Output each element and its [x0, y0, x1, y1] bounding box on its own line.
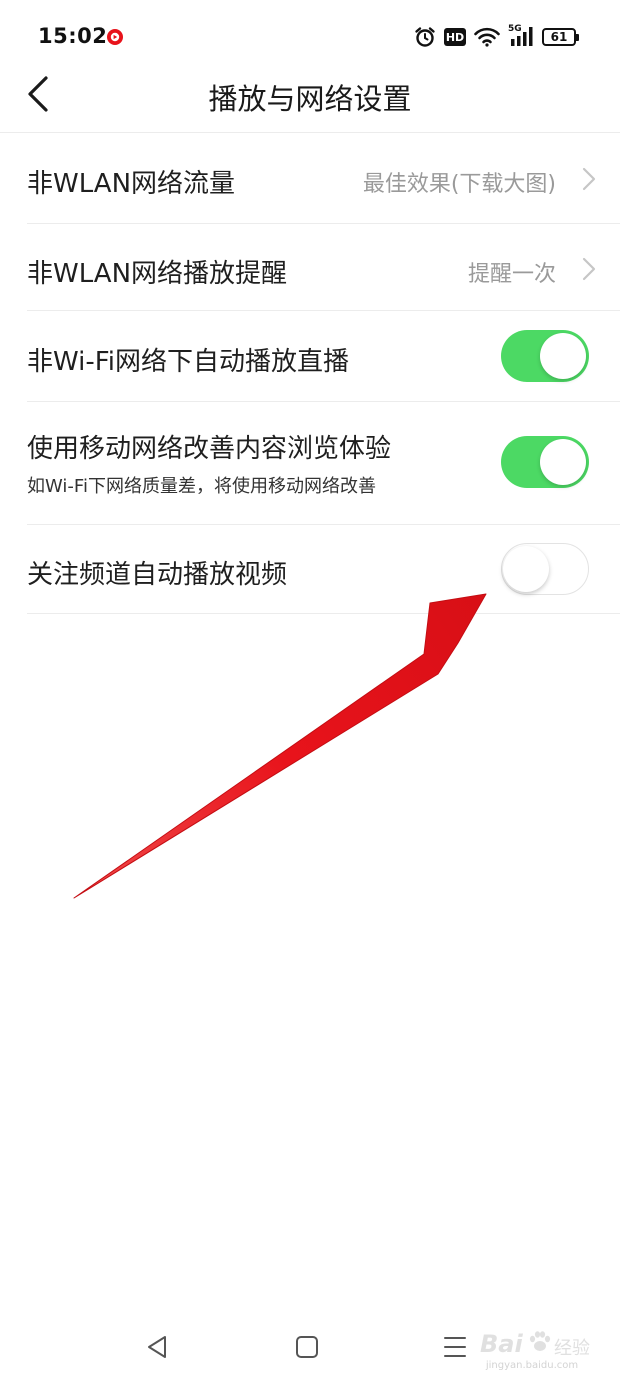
setting-value: 最佳效果(下载大图) — [362, 172, 556, 197]
status-icons: HD 5G 61 — [414, 24, 579, 50]
paw-logo-icon — [529, 1331, 551, 1351]
chevron-right-icon — [582, 167, 596, 191]
channel-autoplay-toggle[interactable] — [501, 543, 589, 595]
setting-label: 使用移动网络改善内容浏览体验 — [27, 434, 392, 464]
page-title: 播放与网络设置 — [208, 82, 412, 116]
toggle-knob — [540, 439, 586, 485]
battery-level: 61 — [550, 30, 568, 44]
watermark-url: jingyan.baidu.com — [485, 1360, 579, 1371]
setting-label: 非WLAN网络流量 — [27, 169, 236, 199]
header: 播放与网络设置 — [0, 58, 620, 133]
setting-sublabel: 如Wi-Fi下网络质量差，将使用移动网络改善 — [27, 476, 376, 497]
mobile-network-assist-toggle[interactable] — [501, 436, 589, 488]
autoplay-live-toggle[interactable] — [501, 330, 589, 382]
status-time: 15:02 — [38, 24, 108, 48]
setting-row-autoplay-live: 非Wi-Fi网络下自动播放直播 — [27, 311, 620, 402]
toggle-knob — [540, 333, 586, 379]
setting-row-network-traffic[interactable]: 非WLAN网络流量 最佳效果(下载大图) — [27, 133, 620, 224]
baidu-jingyan-watermark: Bai 经验 jingyan.baidu.com — [472, 1326, 592, 1372]
setting-label: 非WLAN网络播放提醒 — [27, 259, 288, 289]
cellular-signal: 5G — [508, 24, 534, 48]
setting-row-mobile-network-assist: 使用移动网络改善内容浏览体验 如Wi-Fi下网络质量差，将使用移动网络改善 — [27, 402, 620, 525]
setting-label: 非Wi-Fi网络下自动播放直播 — [27, 347, 350, 377]
watermark-brand: Bai — [480, 1330, 523, 1358]
square-home-icon[interactable] — [292, 1332, 322, 1362]
hd-voice-badge: HD — [444, 28, 466, 46]
menu-lines-icon[interactable] — [440, 1332, 470, 1362]
setting-value: 提醒一次 — [467, 262, 556, 287]
settings-list: 非WLAN网络流量 最佳效果(下载大图) 非WLAN网络播放提醒 提醒一次 非W… — [0, 133, 620, 614]
toggle-knob — [503, 545, 549, 592]
setting-row-channel-autoplay: 关注频道自动播放视频 — [27, 525, 620, 614]
signal-bars-icon — [511, 27, 533, 46]
setting-row-playback-reminder[interactable]: 非WLAN网络播放提醒 提醒一次 — [27, 224, 620, 311]
arrow-shape — [73, 593, 487, 899]
chevron-right-icon — [582, 257, 596, 281]
watermark-suffix: 经验 — [554, 1338, 590, 1359]
alarm-clock-icon — [415, 27, 435, 47]
battery-icon: 61 — [542, 28, 579, 46]
triangle-back-icon[interactable] — [143, 1332, 173, 1362]
wifi-icon — [474, 27, 500, 47]
setting-label: 关注频道自动播放视频 — [27, 560, 288, 590]
video-app-notification-icon — [107, 29, 123, 45]
